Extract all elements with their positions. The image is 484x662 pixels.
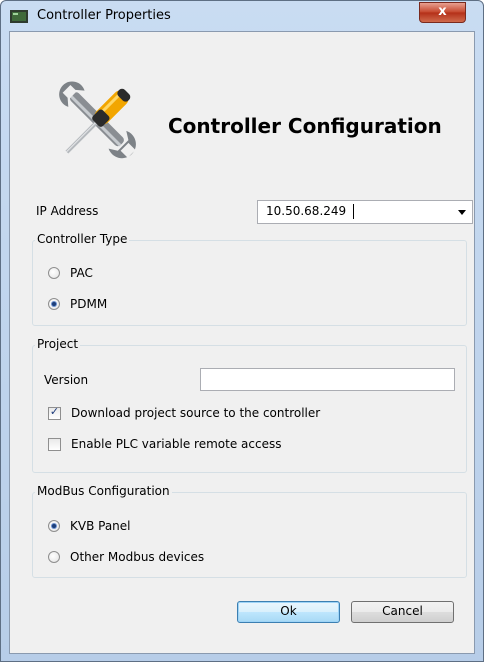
controller-type-group: Controller Type PAC PDMM (32, 232, 467, 326)
cancel-button[interactable]: Cancel (351, 601, 454, 623)
controller-type-title: Controller Type (35, 232, 130, 246)
radio-kvb-panel[interactable] (48, 520, 60, 532)
radio-other-modbus-label: Other Modbus devices (70, 550, 205, 564)
download-source-label: Download project source to the controlle… (71, 406, 321, 420)
window-title: Controller Properties (37, 8, 171, 23)
close-button[interactable]: x (419, 2, 466, 23)
version-input[interactable] (200, 368, 455, 391)
radio-pac[interactable] (48, 267, 60, 279)
radio-kvb-panel-label: KVB Panel (70, 519, 131, 533)
dropdown-arrow-icon[interactable] (458, 210, 466, 215)
modbus-title: ModBus Configuration (35, 484, 172, 498)
checkmark-icon: ✓ (49, 405, 60, 418)
ok-button[interactable]: Ok (237, 601, 340, 623)
page-title: Controller Configuration (168, 114, 442, 138)
radio-other-modbus[interactable] (48, 551, 60, 563)
ip-address-value: 10.50.68.249 (266, 204, 347, 218)
text-caret (353, 204, 354, 219)
ip-address-label: IP Address (36, 204, 99, 218)
project-title: Project (35, 337, 81, 351)
plc-remote-access-label: Enable PLC variable remote access (71, 437, 282, 451)
controller-window-icon (10, 10, 28, 23)
project-group: Project Version ✓ Download project sourc… (32, 337, 467, 473)
radio-pac-label: PAC (70, 266, 93, 280)
close-icon: x (438, 4, 447, 19)
radio-pdmm-label: PDMM (70, 297, 108, 311)
dialog-client-area: Controller Configuration IP Address 10.5… (9, 31, 475, 654)
version-label: Version (44, 373, 89, 387)
modbus-group: ModBus Configuration KVB Panel Other Mod… (32, 484, 467, 578)
plc-remote-access-checkbox[interactable] (48, 438, 61, 451)
ip-address-combobox[interactable]: 10.50.68.249 (257, 200, 473, 224)
download-source-checkbox[interactable]: ✓ (48, 405, 61, 420)
controller-properties-window: Controller Properties x Controller Confi… (0, 0, 484, 662)
radio-pdmm[interactable] (48, 298, 60, 310)
tools-icon (59, 81, 136, 159)
title-bar[interactable]: Controller Properties x (1, 1, 483, 31)
